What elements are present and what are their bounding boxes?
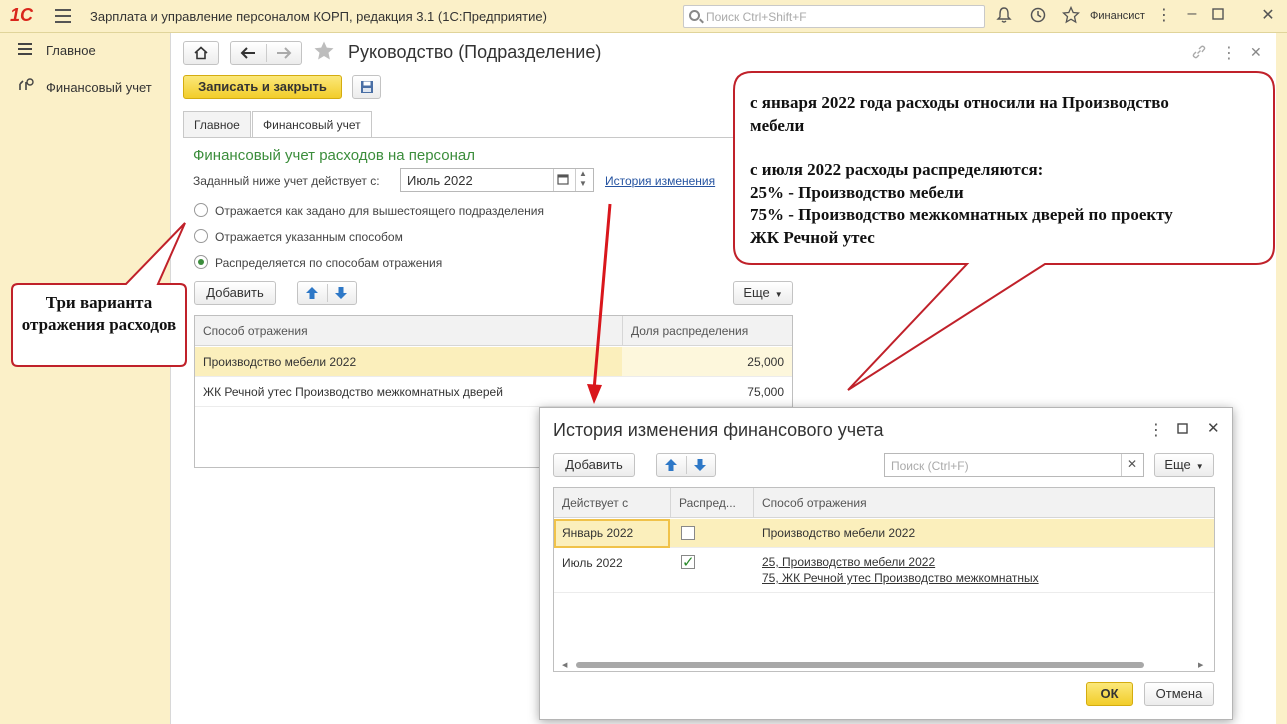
horizontal-scrollbar[interactable]: ◀ ▶ xyxy=(562,661,1206,669)
scroll-right-icon[interactable]: ▶ xyxy=(1198,661,1203,669)
row-method-link[interactable]: 75, ЖК Речной утес Производство межкомна… xyxy=(762,571,1039,585)
row-date: Январь 2022 xyxy=(562,526,634,540)
callout-line: с июля 2022 расходы распределяются: xyxy=(750,160,1044,179)
dialog-title: История изменения финансового учета xyxy=(553,420,884,440)
dialog-maximize-icon[interactable] xyxy=(1177,422,1188,437)
cancel-button[interactable]: Отмена xyxy=(1144,682,1214,706)
scroll-left-icon[interactable]: ◀ xyxy=(562,661,567,669)
table-row[interactable]: Январь 2022 Производство мебели 2022 xyxy=(554,519,1214,548)
history-table-header: Действует с Распред... Способ отражения xyxy=(554,488,1214,518)
chevron-down-icon: ▼ xyxy=(1195,462,1204,471)
history-dialog: История изменения финансового учета ⋮ ✕ … xyxy=(539,407,1233,720)
dialog-more-icon[interactable]: ⋮ xyxy=(1148,420,1164,440)
dialog-search-placeholder: Поиск (Ctrl+F) xyxy=(891,459,969,473)
dialog-close-icon[interactable]: ✕ xyxy=(1207,419,1220,437)
column-distributed[interactable]: Распред... xyxy=(679,496,736,510)
left-callout-text: Три варианта отражения расходов xyxy=(21,293,177,334)
ok-button[interactable]: ОК xyxy=(1086,682,1133,706)
dialog-more-label: Еще xyxy=(1164,457,1191,472)
row-date: Июль 2022 xyxy=(562,556,623,570)
move-up-icon[interactable] xyxy=(664,457,678,479)
column-date[interactable]: Действует с xyxy=(562,496,628,510)
red-arrow-line xyxy=(592,203,612,391)
callout-line: мебели xyxy=(750,115,805,135)
check-icon: ✓ xyxy=(682,554,695,571)
dialog-move-buttons xyxy=(656,453,716,477)
callout-line xyxy=(750,137,1270,159)
right-callout-text: с января 2022 года расходы относили на П… xyxy=(750,92,1270,249)
history-table: Действует с Распред... Способ отражения … xyxy=(553,487,1215,672)
column-method[interactable]: Способ отражения xyxy=(762,496,867,510)
move-down-icon[interactable] xyxy=(693,457,707,479)
dialog-search-input[interactable]: Поиск (Ctrl+F) ✕ xyxy=(884,453,1144,477)
row-method-link[interactable]: 25, Производство мебели 2022 xyxy=(762,555,935,569)
row-method: Производство мебели 2022 xyxy=(762,526,916,540)
clear-search-icon[interactable]: ✕ xyxy=(1127,457,1137,471)
callout-line: 25% - Производство мебели xyxy=(750,182,964,202)
dialog-add-button[interactable]: Добавить xyxy=(553,453,635,477)
callout-line: 75% - Производство межкомнатных дверей п… xyxy=(750,205,1173,224)
callout-line: с января 2022 года расходы относили на П… xyxy=(750,93,1169,112)
table-row[interactable]: Июль 2022 ✓ 25, Производство мебели 2022… xyxy=(554,549,1214,593)
dialog-more-button[interactable]: Еще ▼ xyxy=(1154,453,1214,477)
red-arrow-head xyxy=(587,384,602,404)
callout-line: ЖК Речной утес xyxy=(750,227,875,247)
row-distributed-checkbox[interactable] xyxy=(681,526,695,540)
row-distributed-checkbox[interactable]: ✓ xyxy=(681,554,695,571)
scrollbar-thumb[interactable] xyxy=(576,662,1144,668)
